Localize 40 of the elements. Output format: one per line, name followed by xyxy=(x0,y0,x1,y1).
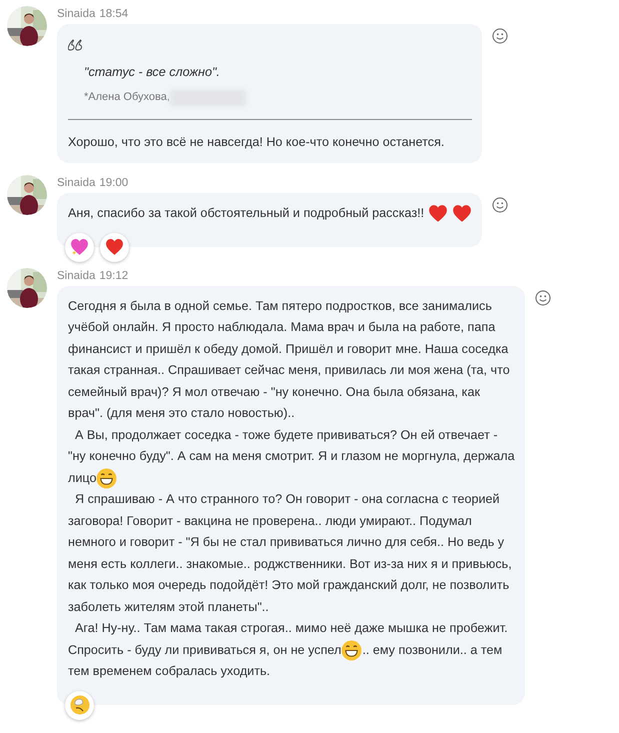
message-text: А Вы, продолжает соседка - тоже будете прививаться? Он ей отвечает - xyxy=(74,426,498,444)
grinning-face-icon xyxy=(341,640,362,661)
emoji-reaction-button[interactable] xyxy=(534,290,551,306)
message-time: 19:12 xyxy=(99,268,128,284)
quote-text: "статус - все сложно". xyxy=(84,64,221,81)
message-text: финансист и пришёл к обеду домой. Пришёл и говорит мне. Наша соседка xyxy=(68,340,508,358)
message-text: Я спрашиваю - А что странного то? Он говорит - она согласна с теорией xyxy=(74,491,500,508)
emoji-reaction-button[interactable] xyxy=(492,28,508,44)
grinning-face-icon xyxy=(96,468,118,489)
message-text: Спросить - буду ли прививаться я, он не успел xyxy=(68,642,342,659)
quote-source: *Алена Обухова, xyxy=(84,90,170,105)
emoji-reaction-button[interactable] xyxy=(492,197,508,213)
message-text: заговора! Говорит - вакцина не проверена.. люди умирают.. Подумал xyxy=(68,512,472,530)
sparkling-heart-icon xyxy=(70,238,89,256)
author-name: Sinaida xyxy=(57,268,96,284)
message-text: немного и говорит - "Я бы не стал прививаться лично для себя.. Но ведь у xyxy=(68,534,504,551)
message-text: учёбой онлайн. Я просто наблюдала. Мама врач и была на работе, папа xyxy=(68,319,496,336)
author-name: Sinaida xyxy=(57,176,96,191)
message-text: Хорошо, что это всё не навсегда! Но кое-что конечно останется. xyxy=(68,134,444,151)
message-text: Сегодня я была в одной семье. Там пятеро подростков, все занимались xyxy=(68,298,492,315)
message-text: "ну конечно буду". А сам на меня смотрит. Я и глазом не моргнула, держала xyxy=(68,448,515,465)
heart-icon xyxy=(452,204,472,224)
message-text: заболеть жителям этой планеты".. xyxy=(68,598,269,616)
message-text: Аня, спасибо за такой обстоятельный и подробный рассказ!! xyxy=(68,205,424,222)
message-text: семейный врач)? Я мол отвечаю - "ну конечно. Она была обязана, как xyxy=(68,384,480,401)
message-time: 18:54 xyxy=(99,7,128,22)
author-name: Sinaida xyxy=(57,7,96,22)
message-text: .. ему позвонили.. а тем xyxy=(362,642,502,659)
quote-icon xyxy=(68,38,82,51)
heart-icon xyxy=(428,204,448,224)
message-text: Ага! Ну-ну.. Там мама такая строгая.. мимо неё даже мышка не пробежит. xyxy=(74,620,508,637)
heart-icon xyxy=(105,238,124,256)
message-text: врач". (для меня это стало новостью).. xyxy=(68,405,295,422)
message-text: лицо xyxy=(68,470,96,486)
message-text: тем временем собралась уходить. xyxy=(68,663,270,680)
face-with-hand-icon xyxy=(70,695,90,715)
message-time: 19:00 xyxy=(99,176,128,191)
message-text: как только моя очередь подойдёт! Это мой гражданский долг, не позволить xyxy=(68,577,510,594)
message-text: меня есть коллеги.. знакомые.. роджственники. Вот из-за них я и привьюсь, xyxy=(68,556,512,573)
message-text: такая странная.. Спрашивает сейчас меня, привилась ли моя жена (та, что xyxy=(68,362,510,379)
